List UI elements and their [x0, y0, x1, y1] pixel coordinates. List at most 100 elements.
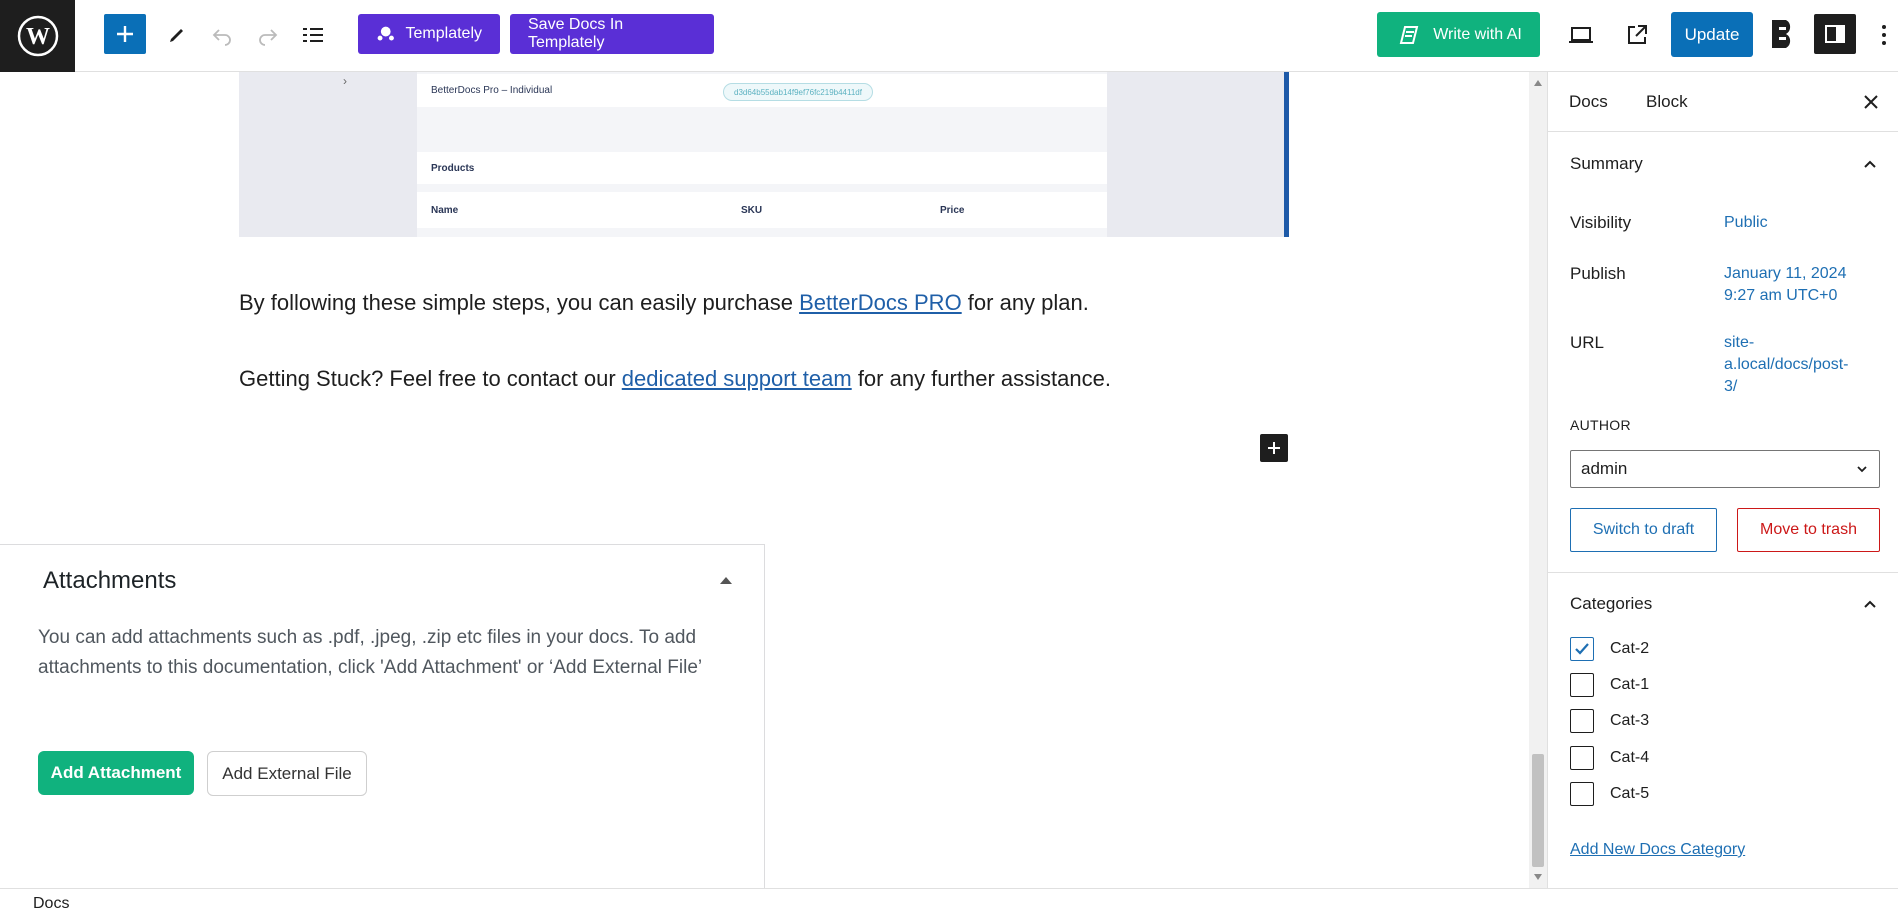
- betterdocs-pro-link[interactable]: BetterDocs PRO: [799, 290, 962, 315]
- settings-sidebar-toggle[interactable]: [1814, 14, 1856, 54]
- publish-date: January 11, 2024: [1724, 265, 1847, 282]
- category-item-cat-4[interactable]: Cat-4: [1570, 746, 1649, 770]
- para2-text: Getting Stuck? Feel free to contact our: [239, 366, 622, 391]
- undo-button[interactable]: [204, 17, 240, 53]
- checkbox-checked[interactable]: [1570, 637, 1594, 661]
- wordpress-logo[interactable]: W: [0, 0, 75, 72]
- wordpress-icon: W: [17, 15, 58, 57]
- checkbox[interactable]: [1570, 782, 1594, 806]
- scroll-up-icon[interactable]: [1534, 80, 1542, 86]
- col-sku: SKU: [741, 204, 763, 216]
- settings-sidebar: Docs Block Summary Visibility Public Pub…: [1547, 72, 1898, 888]
- breadcrumb[interactable]: Docs: [33, 895, 69, 913]
- collapse-toggle-icon[interactable]: [720, 577, 732, 584]
- category-label: Cat-3: [1610, 712, 1650, 729]
- image-edge: [1284, 72, 1289, 237]
- author-select[interactable]: admin: [1570, 450, 1880, 488]
- checkbox[interactable]: [1570, 709, 1594, 733]
- editor-canvas: › BetterDocs Pro – Individual d3d64b55da…: [0, 72, 1530, 888]
- chevron-up-icon[interactable]: [1862, 596, 1878, 612]
- pencil-icon: [170, 29, 183, 42]
- checkbox[interactable]: [1570, 673, 1594, 697]
- para1-end: for any plan.: [961, 290, 1089, 315]
- templately-label: Templately: [405, 25, 482, 42]
- sidebar-icon: [1825, 25, 1845, 43]
- write-ai-label: Write with AI: [1433, 25, 1522, 43]
- para2-end: for any further assistance.: [851, 366, 1111, 391]
- col-price: Price: [940, 204, 965, 216]
- author-label: AUTHOR: [1570, 417, 1631, 433]
- publish-time: 9:27 am UTC+0: [1724, 287, 1838, 304]
- templately-icon: [377, 26, 394, 41]
- category-item-cat-1[interactable]: Cat-1: [1570, 673, 1649, 697]
- paragraph-support[interactable]: Getting Stuck? Feel free to contact our …: [239, 366, 1111, 392]
- close-icon[interactable]: [1859, 90, 1883, 114]
- sidebar-tabs: Docs Block: [1548, 72, 1898, 132]
- scroll-thumb[interactable]: [1532, 754, 1544, 867]
- preview-button[interactable]: [1563, 17, 1599, 53]
- url-line-3: 3/: [1724, 378, 1738, 395]
- image-preview: BetterDocs Pro – Individual d3d64b55dab1…: [417, 72, 1107, 237]
- tab-docs[interactable]: Docs: [1569, 92, 1608, 112]
- para1-text: By following these simple steps, you can…: [239, 290, 800, 315]
- list-view-icon: [303, 28, 323, 42]
- license-key: d3d64b55dab14f9ef76fc219b4411df: [723, 83, 873, 101]
- scroll-down-icon[interactable]: [1534, 874, 1542, 880]
- license-row: BetterDocs Pro – Individual d3d64b55dab1…: [417, 74, 1107, 107]
- move-to-trash-button[interactable]: Move to trash: [1737, 508, 1880, 552]
- col-name: Name: [431, 204, 459, 216]
- add-new-category-link[interactable]: Add New Docs Category: [1570, 841, 1745, 859]
- author-value: admin: [1581, 459, 1628, 478]
- switch-to-draft-button[interactable]: Switch to draft: [1570, 508, 1717, 552]
- url-line-1: site-: [1724, 334, 1755, 351]
- category-item-cat-3[interactable]: Cat-3: [1570, 709, 1649, 733]
- betterdocs-button[interactable]: [1766, 14, 1802, 54]
- category-label: Cat-1: [1610, 676, 1650, 693]
- plus-icon: [117, 26, 133, 42]
- canvas-scrollbar[interactable]: [1529, 72, 1547, 888]
- visibility-label: Visibility: [1570, 213, 1632, 232]
- category-item-cat-2[interactable]: Cat-2: [1570, 637, 1649, 661]
- tab-block[interactable]: Block: [1646, 92, 1688, 112]
- support-team-link[interactable]: dedicated support team: [622, 366, 852, 391]
- checkbox[interactable]: [1570, 746, 1594, 770]
- summary-panel-title[interactable]: Summary: [1570, 154, 1643, 174]
- add-external-file-button[interactable]: Add External File: [207, 751, 367, 796]
- options-menu-button[interactable]: [1874, 18, 1894, 52]
- products-header: Products: [417, 152, 1107, 184]
- update-label: Update: [1684, 24, 1740, 44]
- block-inserter-button[interactable]: [1260, 434, 1288, 462]
- arrow-icon: ›: [343, 74, 347, 88]
- publish-value[interactable]: January 11, 2024 9:27 am UTC+0: [1724, 263, 1846, 307]
- url-line-2: a.local/docs/post-: [1724, 356, 1849, 373]
- chevron-up-icon[interactable]: [1862, 156, 1878, 172]
- url-value[interactable]: site- a.local/docs/post- 3/: [1724, 332, 1849, 398]
- betterdocs-icon: [1772, 20, 1791, 48]
- external-link-icon: [1628, 25, 1647, 44]
- add-attachment-button[interactable]: Add Attachment: [38, 751, 194, 795]
- redo-button[interactable]: [250, 17, 286, 53]
- svg-text:W: W: [26, 24, 50, 50]
- add-block-button[interactable]: [104, 14, 146, 54]
- tools-button[interactable]: [159, 17, 195, 53]
- update-button[interactable]: Update: [1671, 12, 1753, 57]
- more-vertical-icon: [1882, 25, 1886, 45]
- write-with-ai-button[interactable]: Write with AI: [1377, 12, 1540, 57]
- products-label: Products: [431, 162, 475, 174]
- templately-button[interactable]: Templately: [358, 14, 500, 54]
- plus-icon: [1268, 442, 1280, 454]
- view-post-button[interactable]: [1619, 17, 1655, 53]
- image-block[interactable]: › BetterDocs Pro – Individual d3d64b55da…: [239, 72, 1289, 237]
- document-overview-button[interactable]: [295, 17, 331, 53]
- products-columns: Name SKU Price: [417, 192, 1107, 228]
- category-item-cat-5[interactable]: Cat-5: [1570, 782, 1649, 806]
- attachments-metabox: Attachments You can add attachments such…: [0, 544, 765, 888]
- attachments-title: Attachments: [43, 567, 177, 594]
- paragraph-purchase[interactable]: By following these simple steps, you can…: [239, 290, 1089, 316]
- categories-panel-title[interactable]: Categories: [1570, 594, 1652, 614]
- save-docs-label: Save Docs In Templately: [528, 16, 624, 51]
- url-label: URL: [1570, 333, 1605, 352]
- editor-footer: Docs: [0, 888, 1898, 916]
- visibility-value[interactable]: Public: [1724, 212, 1768, 234]
- save-docs-templately-button[interactable]: Save Docs In Templately: [510, 14, 714, 54]
